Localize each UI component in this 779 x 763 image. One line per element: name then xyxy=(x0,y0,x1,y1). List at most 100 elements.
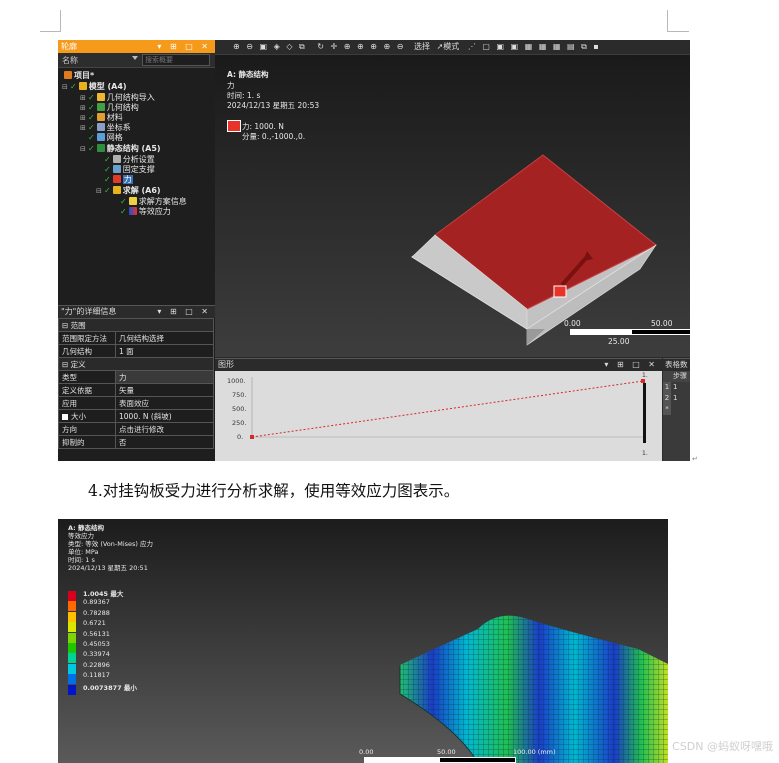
select-label[interactable]: 选择 xyxy=(414,40,430,54)
select-vertex-icon[interactable]: ⋰ xyxy=(468,40,476,54)
graph-panel: 图形 ▾ ⊞ □ ✕ 1000. 750. 500. 250. 0. 1. 1. xyxy=(215,358,662,461)
show-vertices-icon[interactable]: ▪ xyxy=(593,40,598,54)
result-scale-left: 0.00 xyxy=(359,748,374,756)
expand-icon[interactable]: ⊞ xyxy=(80,123,88,134)
check-icon: ✓ xyxy=(104,186,111,195)
outline-panel-buttons[interactable]: ▾ ⊞ □ ✕ xyxy=(157,40,211,53)
tree-label-fixed-support: 固定支撑 xyxy=(122,165,155,174)
outline-panel-title: 轮廓 ▾ ⊞ □ ✕ xyxy=(58,40,215,53)
stress-result-screenshot: A: 静态结构 等效应力 类型: 等效 (Von-Mises) 应力 单位: M… xyxy=(58,519,668,763)
row-value[interactable]: 1 xyxy=(671,394,677,402)
load-graph[interactable]: 1000. 750. 500. 250. 0. 1. 1. xyxy=(215,371,662,461)
parameter-checkbox[interactable] xyxy=(62,413,68,420)
project-icon xyxy=(64,71,72,79)
view-wire-icon[interactable]: ◇ xyxy=(286,40,292,54)
graph-title-text: 图形 xyxy=(218,360,234,369)
details-panel-title: "力"的详细信息 ▾ ⊞ □ ✕ xyxy=(58,305,215,318)
tree-node-model[interactable]: ⊟ ✓ 模型 (A4) xyxy=(62,81,127,92)
row-index: * xyxy=(663,404,671,415)
extend-selection-icon[interactable]: ▤ xyxy=(567,40,575,54)
collapse-icon[interactable]: ⊟ xyxy=(62,82,70,93)
details-row[interactable]: 抑制的否 xyxy=(58,435,214,449)
details-value[interactable]: 1000. N (斜坡) xyxy=(115,409,214,423)
check-icon: ✓ xyxy=(120,197,127,206)
zoom-next-icon[interactable]: ⊖ xyxy=(397,40,404,54)
details-row[interactable]: 范围限定方法 几何结构选择 xyxy=(58,331,214,345)
select-edge-icon[interactable]: ▢ xyxy=(482,40,490,54)
graph-right-bottom-label: 1. xyxy=(642,450,648,457)
collapse-icon[interactable]: ⊟ xyxy=(80,144,88,155)
select-node-icon[interactable]: ▦ xyxy=(539,40,547,54)
select-mesh-icon[interactable]: ▦ xyxy=(553,40,561,54)
solution-icon xyxy=(112,186,121,194)
tree-node-equivalent-stress[interactable]: ✓ 等效应力 xyxy=(120,206,171,217)
select-body-icon[interactable]: ▣ xyxy=(511,40,519,54)
tree-node-static-structural[interactable]: ⊟ ✓ 静态结构 (A5) xyxy=(80,143,161,154)
details-panel-buttons[interactable]: ▾ ⊞ □ ✕ xyxy=(157,306,211,318)
stress-model[interactable] xyxy=(58,519,668,763)
analysis-settings-icon xyxy=(112,155,121,163)
row-value[interactable]: 1 xyxy=(671,383,677,391)
collapse-icon[interactable]: ⊟ xyxy=(62,360,71,369)
select-element-icon[interactable]: ▦ xyxy=(525,40,533,54)
details-row[interactable]: 应用 表面效应 xyxy=(58,396,214,410)
section-label: 范围 xyxy=(70,320,86,330)
details-value[interactable]: 矢量 xyxy=(115,383,214,397)
details-row[interactable]: 定义依据 矢量 xyxy=(58,383,214,397)
scale-bar xyxy=(570,329,690,335)
view-front-icon[interactable]: ◈ xyxy=(274,40,280,54)
pan-icon[interactable]: ✛ xyxy=(331,40,338,54)
check-icon: ✓ xyxy=(70,82,77,91)
details-row[interactable]: 大小 1000. N (斜坡) xyxy=(58,409,214,423)
graph-panel-buttons[interactable]: ▾ ⊞ □ ✕ xyxy=(604,359,658,371)
details-value[interactable]: 点击进行修改 xyxy=(115,422,214,436)
zoom-fit-icon[interactable]: ⊕ xyxy=(357,40,364,54)
table-row[interactable]: * xyxy=(663,404,690,415)
details-value[interactable]: 几何结构选择 xyxy=(115,331,214,345)
name-dropdown-icon[interactable] xyxy=(132,56,138,60)
load-series-end-point xyxy=(641,379,645,383)
details-value[interactable]: 1 面 xyxy=(115,344,214,358)
details-row[interactable]: 类型力 xyxy=(58,370,214,384)
view-iso-icon[interactable]: ▣ xyxy=(260,40,268,54)
tree-label-geometry: 几何结构 xyxy=(106,103,139,112)
zoom-window-icon[interactable]: ⊕ xyxy=(370,40,377,54)
fixed-support-icon xyxy=(112,165,121,173)
details-section-definition[interactable]: ⊟ 定义 xyxy=(58,357,214,371)
table-row[interactable]: 21 xyxy=(663,393,690,404)
mode-label[interactable]: 模式 xyxy=(443,42,459,51)
step-caption: 4.对挂钩板受力进行分析求解，使用等效应力图表示。 xyxy=(88,482,460,500)
details-value[interactable]: 否 xyxy=(115,435,214,449)
tree-node-mesh[interactable]: ✓ 网格 xyxy=(88,132,123,143)
table-row[interactable]: 11 xyxy=(663,382,690,393)
details-value[interactable]: 表面效应 xyxy=(115,396,214,410)
details-value[interactable]: 力 xyxy=(115,370,214,384)
tree-node-solution[interactable]: ⊟ ✓ 求解 (A6) xyxy=(96,185,161,196)
collapse-icon[interactable]: ⊟ xyxy=(62,321,71,330)
select-all-icon[interactable]: ⧉ xyxy=(581,40,587,54)
zoom-in-icon[interactable]: ⊕ xyxy=(233,40,240,54)
graphics-viewport[interactable]: A: 静态结构 力 时间: 1. s 2024/12/13 星期五 20:53 … xyxy=(215,55,690,357)
select-face-icon[interactable]: ▣ xyxy=(496,40,504,54)
force-marker[interactable] xyxy=(553,285,567,298)
zoom-previous-icon[interactable]: ⊕ xyxy=(384,40,391,54)
collapse-icon[interactable]: ⊟ xyxy=(96,186,104,197)
details-table: ⊟ 范围 范围限定方法 几何结构选择 几何结构 1 面 ⊟ 定义 类型力 定义依据矢… xyxy=(58,318,214,449)
details-row[interactable]: 方向 点击进行修改 xyxy=(58,422,214,436)
solution-information-icon xyxy=(128,197,137,205)
outline-search-input[interactable] xyxy=(142,54,210,66)
details-key: 方向 xyxy=(58,422,116,436)
copy-icon[interactable]: ⧉ xyxy=(299,40,305,54)
tree-node-force[interactable]: ✓ 力 xyxy=(104,174,133,185)
tree-label-coordinate-systems: 坐标系 xyxy=(106,123,131,132)
zoom-out-icon[interactable]: ⊖ xyxy=(246,40,253,54)
row-index: 2 xyxy=(663,393,671,404)
details-row[interactable]: 几何结构 1 面 xyxy=(58,344,214,358)
rotate-icon[interactable]: ↻ xyxy=(317,40,324,54)
details-title-text: "力"的详细信息 xyxy=(61,307,117,316)
details-section-scope[interactable]: ⊟ 范围 xyxy=(58,318,214,332)
zoom-box-icon[interactable]: ⊕ xyxy=(344,40,351,54)
tree-node-project[interactable]: 项目* xyxy=(62,70,94,81)
tree-label-project: 项目* xyxy=(74,71,95,80)
plate-model[interactable]: + xyxy=(215,55,690,357)
